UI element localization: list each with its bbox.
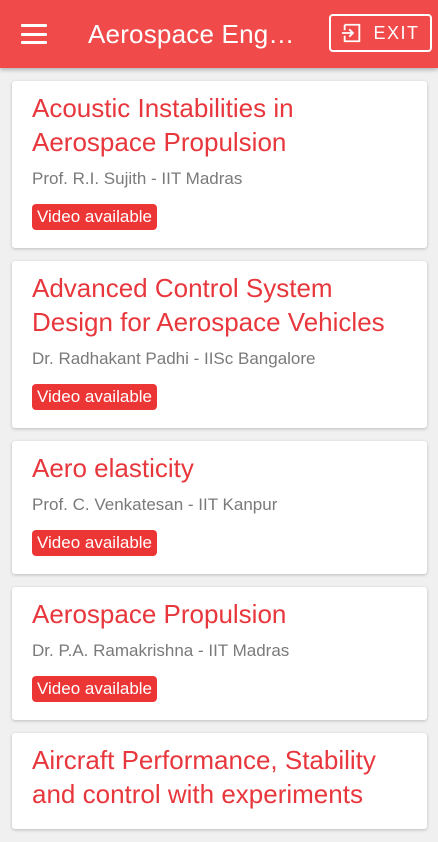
course-instructor: Dr. P.A. Ramakrishna - IIT Madras [32, 641, 290, 660]
exit-label: EXIT [373, 22, 420, 43]
course-card[interactable]: Acoustic Instabilities in Aerospace Prop… [12, 81, 427, 248]
course-title: Aircraft Performance, Stability and cont… [32, 745, 376, 809]
course-card[interactable]: Aircraft Performance, Stability and cont… [12, 733, 427, 829]
video-available-badge: Video available [32, 384, 157, 410]
course-title: Advanced Control System Design for Aeros… [32, 273, 385, 337]
course-list: Acoustic Instabilities in Aerospace Prop… [12, 81, 427, 842]
exit-button[interactable]: EXIT [329, 14, 432, 52]
course-title: Aero elasticity [32, 453, 194, 483]
course-instructor: Prof. C. Venkatesan - IIT Kanpur [32, 495, 278, 514]
app-bar: Aerospace Eng… EXIT [0, 0, 438, 68]
menu-bar-line [21, 24, 47, 27]
menu-bar-line [21, 32, 47, 36]
exit-icon [342, 23, 361, 43]
video-available-badge: Video available [32, 530, 157, 556]
page-title: Aerospace Eng… [88, 18, 295, 49]
video-available-badge: Video available [32, 204, 157, 230]
course-instructor: Prof. R.I. Sujith - IIT Madras [32, 169, 243, 188]
menu-bar-line [21, 41, 47, 44]
video-available-badge: Video available [32, 676, 157, 702]
course-card[interactable]: Advanced Control System Design for Aeros… [12, 261, 427, 428]
course-title: Acoustic Instabilities in Aerospace Prop… [32, 93, 294, 157]
course-instructor: Dr. Radhakant Padhi - IISc Bangalore [32, 349, 316, 368]
course-card[interactable]: Aerospace Propulsion Dr. P.A. Ramakrishn… [12, 587, 427, 720]
course-title: Aerospace Propulsion [32, 599, 287, 629]
course-card[interactable]: Aero elasticity Prof. C. Venkatesan - II… [12, 441, 427, 574]
menu-icon[interactable] [21, 24, 47, 44]
